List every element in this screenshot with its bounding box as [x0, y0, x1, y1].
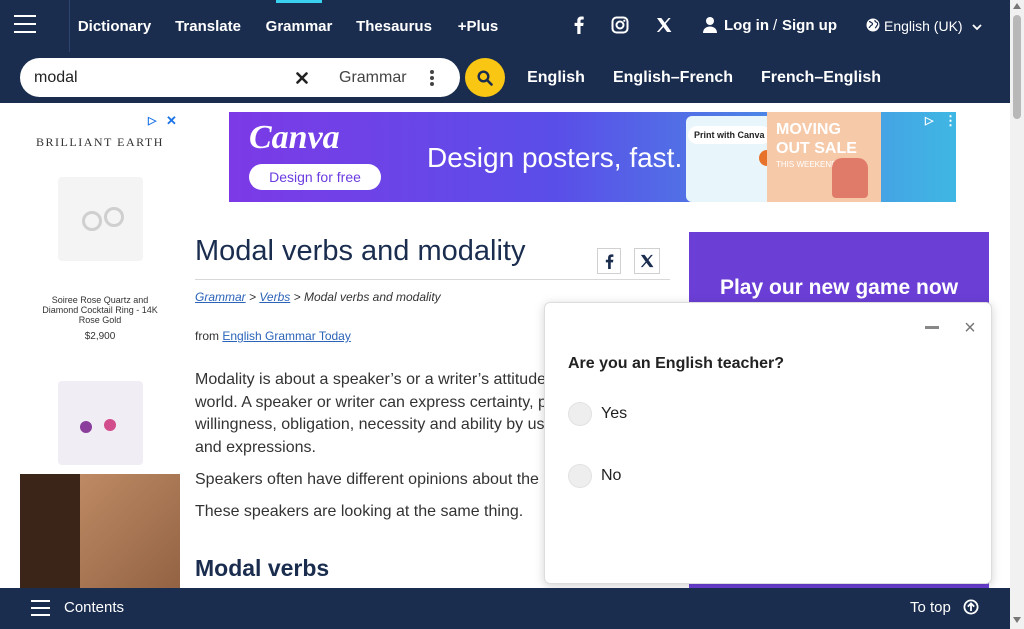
product-name: Soiree Rose Quartz and Diamond Cocktail …	[42, 295, 158, 325]
tab-grammar[interactable]: Grammar	[266, 0, 332, 52]
tab-translate[interactable]: Translate	[175, 0, 241, 52]
x-twitter-icon	[640, 254, 654, 268]
to-top-button[interactable]: To top	[910, 599, 951, 616]
facebook-icon[interactable]	[562, 14, 596, 36]
banner-advertisement[interactable]: Canva Design for free Design posters, fa…	[229, 112, 956, 202]
share-facebook-button[interactable]	[597, 248, 621, 274]
radio-button[interactable]	[568, 464, 592, 488]
close-icon: ×	[964, 316, 976, 339]
ad-chip: Print with Canva	[688, 126, 771, 144]
ad-sale-text: MOVING OUT SALE	[776, 121, 857, 157]
breadcrumb-grammar[interactable]: Grammar	[195, 290, 246, 304]
radio-button[interactable]	[568, 402, 592, 426]
source-link[interactable]: English Grammar Today	[222, 329, 351, 343]
source-label: from	[195, 329, 219, 343]
more-options-icon[interactable]	[430, 70, 434, 86]
survey-option-no[interactable]: No	[568, 463, 621, 489]
facebook-icon	[605, 253, 613, 269]
minimize-button[interactable]	[921, 317, 943, 339]
ad-chair-image	[832, 158, 868, 198]
tab-dictionary[interactable]: Dictionary	[78, 0, 151, 52]
minimize-icon	[925, 326, 939, 329]
language-label: English (UK)	[884, 18, 963, 34]
section-heading: Modal verbs	[195, 555, 330, 581]
login-separator: /	[773, 17, 778, 34]
menu-icon[interactable]	[14, 15, 36, 33]
source-line: from English Grammar Today	[195, 329, 351, 343]
ad-choices-icon[interactable]: ▷	[148, 114, 156, 127]
ad-menu-icon[interactable]: ⋮	[944, 113, 956, 129]
breadcrumb-current: > Modal verbs and modality	[293, 290, 441, 304]
globe-icon	[866, 18, 880, 35]
scrollbar[interactable]	[1010, 0, 1024, 629]
close-icon	[296, 72, 308, 84]
tab-plus[interactable]: +Plus	[457, 0, 499, 52]
ad-brand: BRILLIANT EARTH	[36, 135, 164, 149]
ad-choices-icon[interactable]: ▷	[925, 114, 933, 127]
breadcrumb-separator: >	[245, 290, 260, 304]
search-icon	[477, 69, 493, 86]
search-box: Grammar	[20, 58, 460, 97]
arrow-up-circle-icon[interactable]	[963, 599, 980, 616]
ad-weekend-text: THIS WEEKEND!	[776, 160, 840, 169]
clear-search-button[interactable]	[291, 67, 313, 89]
breadcrumb: Grammar > Verbs > Modal verbs and modali…	[195, 290, 441, 304]
scroll-down-arrow-icon[interactable]	[1013, 617, 1021, 623]
left-advertisement[interactable]: ▷ ✕ BRILLIANT EARTH Soiree Rose Quartz a…	[20, 111, 180, 629]
signup-link[interactable]: Sign up	[782, 17, 837, 34]
survey-popup: × Are you an English teacher? Yes No	[544, 302, 992, 584]
article-paragraph: Speakers often have different opinions a…	[195, 471, 539, 488]
share-x-button[interactable]	[634, 248, 660, 274]
option-label: No	[601, 467, 622, 484]
search-input[interactable]	[34, 67, 294, 89]
ad-headline: Play our new game now	[719, 276, 959, 299]
survey-option-yes[interactable]: Yes	[568, 401, 627, 427]
article-paragraph: These speakers are looking at the same t…	[195, 503, 524, 520]
top-navigation: Dictionary Translate Grammar Thesaurus +…	[0, 0, 1010, 52]
language-selector[interactable]: English (UK)	[866, 16, 982, 36]
instagram-icon[interactable]	[602, 14, 638, 36]
contents-button[interactable]: Contents	[64, 599, 124, 616]
product-price: $2,900	[84, 331, 116, 342]
contents-menu-icon[interactable]	[31, 600, 50, 616]
ad-close-icon[interactable]: ✕	[166, 113, 177, 129]
user-icon	[703, 16, 717, 34]
scrollbar-thumb[interactable]	[1013, 15, 1021, 119]
scroll-up-arrow-icon[interactable]	[1013, 3, 1021, 9]
option-label: Yes	[601, 405, 628, 422]
page-title: Modal verbs and modality	[195, 235, 526, 267]
search-button[interactable]	[465, 58, 505, 97]
tab-thesaurus[interactable]: Thesaurus	[356, 0, 432, 52]
breadcrumb-verbs[interactable]: Verbs	[259, 290, 290, 304]
dictionary-tab-french-english[interactable]: French–English	[748, 59, 894, 96]
ad-cta-button[interactable]: Design for free	[249, 164, 381, 190]
x-twitter-icon[interactable]	[646, 14, 682, 36]
search-bar: Grammar English English–French French–En…	[0, 52, 1010, 103]
dictionary-tab-english-french[interactable]: English–French	[600, 59, 746, 96]
product-image	[58, 177, 143, 261]
survey-close-button[interactable]: ×	[959, 317, 981, 339]
login-link[interactable]: Log in	[724, 17, 769, 34]
product-image	[58, 381, 143, 465]
ad-tagline: Design posters, fast.	[427, 142, 683, 173]
survey-question: Are you an English teacher?	[568, 355, 785, 372]
ad-logo: Canva	[249, 119, 340, 156]
chevron-down-icon	[971, 18, 982, 34]
bottom-bar: Contents To top	[0, 588, 1010, 629]
nav-divider	[69, 0, 70, 52]
title-divider	[195, 279, 670, 280]
article-paragraph: Modality is about a speaker’s or a write…	[195, 371, 547, 456]
dictionary-tab-english[interactable]: English	[514, 59, 598, 96]
